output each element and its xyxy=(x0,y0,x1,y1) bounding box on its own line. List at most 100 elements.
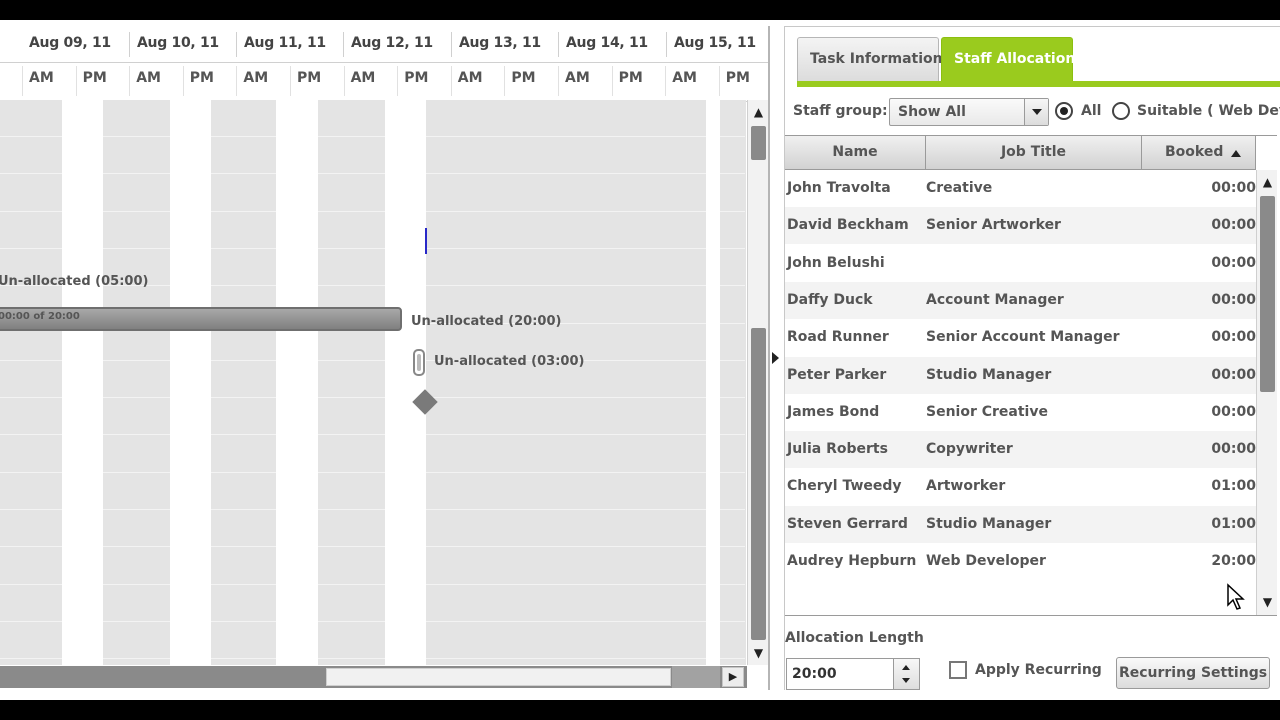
staff-group-select[interactable]: Show All xyxy=(889,98,1049,126)
gantt-horizontal-scrollbar[interactable]: ▶ xyxy=(0,666,747,688)
table-row[interactable]: John Travolta Creative 00:00 xyxy=(785,170,1256,207)
apply-recurring-checkbox[interactable] xyxy=(949,661,967,679)
table-vertical-scrollbar[interactable]: ▲ ▼ xyxy=(1256,170,1277,615)
half-day-label: AM xyxy=(243,70,269,86)
half-day-separator xyxy=(236,66,238,96)
task-bar[interactable]: 00:00 of 20:00 xyxy=(0,307,402,331)
table-row[interactable]: Daffy Duck Account Manager 00:00 xyxy=(785,281,1256,319)
radio-suitable[interactable] xyxy=(1112,102,1130,120)
booked-cell: 00:00 xyxy=(1211,217,1256,234)
half-day-separator xyxy=(75,66,77,96)
table-scroll-thumb[interactable] xyxy=(1260,196,1275,392)
dropdown-button[interactable] xyxy=(1024,99,1048,125)
job-title-cell: Studio Manager xyxy=(926,366,1052,383)
radio-all-label: All xyxy=(1081,103,1102,119)
booked-cell: 00:00 xyxy=(1211,254,1256,271)
booked-cell: 01:00 xyxy=(1211,515,1256,532)
date-header-cell: Aug 15, 11 xyxy=(674,35,756,51)
decrement-icon[interactable] xyxy=(902,678,910,683)
job-title-cell: Web Developer xyxy=(926,553,1046,569)
staff-name-cell: Julia Roberts xyxy=(787,441,888,458)
half-day-label: PM xyxy=(618,70,643,86)
staff-name-cell: Audrey Hepburn xyxy=(787,553,917,569)
staff-table: Name Job Title Booked John Travolta Creat… xyxy=(785,135,1277,616)
bottom-black-bar xyxy=(0,700,1280,720)
staff-name-cell: John Belushi xyxy=(787,254,885,271)
grid-row-line xyxy=(0,471,745,473)
chevron-down-icon xyxy=(1032,109,1042,115)
date-separator xyxy=(558,32,559,57)
scroll-thumb[interactable] xyxy=(751,126,766,160)
staff-name-cell: Steven Gerrard xyxy=(787,515,908,532)
date-separator xyxy=(236,32,237,57)
collapse-arrow-icon[interactable] xyxy=(772,352,779,364)
half-day-label: AM xyxy=(672,70,697,86)
tab-task-information[interactable]: Task Information xyxy=(797,37,943,81)
stepper-buttons[interactable] xyxy=(893,659,919,689)
scroll-down-icon[interactable]: ▼ xyxy=(750,643,767,663)
grid-band xyxy=(0,100,62,665)
today-marker xyxy=(425,228,427,254)
half-day-separator xyxy=(665,66,667,96)
grid-row-line xyxy=(0,620,745,622)
half-day-separator xyxy=(343,66,345,96)
half-day-separator xyxy=(182,66,184,96)
scroll-right-icon[interactable]: ▶ xyxy=(722,667,744,687)
allocation-length-stepper[interactable]: 20:00 xyxy=(786,658,920,690)
mouse-cursor-icon xyxy=(1227,583,1245,610)
h-scroll-track[interactable] xyxy=(672,666,720,688)
half-day-separator xyxy=(504,66,506,96)
tab-staff-allocation[interactable]: Staff Allocation xyxy=(941,37,1075,81)
job-title-cell: Copywriter xyxy=(926,441,1013,458)
half-day-label: PM xyxy=(189,70,214,86)
scroll-down-icon[interactable]: ▼ xyxy=(1259,592,1276,612)
gantt-vertical-scrollbar[interactable]: ▲ ▼ xyxy=(747,100,768,665)
half-day-label: PM xyxy=(404,70,429,86)
scroll-up-icon[interactable]: ▲ xyxy=(750,102,767,122)
staff-name-cell: Cheryl Tweedy xyxy=(787,478,902,495)
h-scroll-thumb[interactable] xyxy=(326,668,671,686)
gantt-grid[interactable] xyxy=(0,100,746,665)
half-day-label: AM xyxy=(29,70,54,86)
table-row[interactable]: Julia Roberts Copywriter 00:00 xyxy=(785,431,1256,469)
column-header-job-title[interactable]: Job Title xyxy=(926,136,1142,170)
staff-group-row: Staff group: Show All All Suitable ( Web… xyxy=(793,97,1280,127)
column-header-name[interactable]: Name xyxy=(785,136,926,170)
staff-name-cell: Road Runner xyxy=(787,329,889,346)
job-title-cell: Creative xyxy=(926,180,993,196)
staff-allocation-panel: Task Information Staff Allocation Staff … xyxy=(784,26,1280,690)
table-row[interactable]: John Belushi 00:00 xyxy=(785,244,1256,282)
booked-cell: 01:00 xyxy=(1211,478,1256,495)
column-header-booked[interactable]: Booked xyxy=(1142,136,1256,170)
half-day-label: PM xyxy=(725,70,750,86)
table-body: John Travolta Creative 00:00 David Beckham S… xyxy=(785,170,1256,615)
date-header-cell: Aug 10, 11 xyxy=(137,35,219,51)
recurring-settings-button[interactable]: Recurring Settings xyxy=(1116,657,1270,689)
table-row[interactable]: David Beckham Senior Artworker 00:00 xyxy=(785,207,1256,245)
table-row[interactable]: Cheryl Tweedy Artworker 01:00 xyxy=(785,468,1256,506)
table-row[interactable]: James Bond Senior Creative 00:00 xyxy=(785,393,1256,431)
increment-icon[interactable] xyxy=(902,665,910,670)
half-day-label: AM xyxy=(457,70,483,86)
staff-name-cell: David Beckham xyxy=(787,217,909,234)
radio-all[interactable] xyxy=(1055,102,1073,120)
sort-ascending-icon xyxy=(1231,150,1241,157)
grid-row-line xyxy=(0,359,745,361)
booked-cell: 20:00 xyxy=(1211,553,1256,569)
staff-name-cell: John Travolta xyxy=(787,180,891,196)
subtask-pill[interactable] xyxy=(413,349,425,376)
table-row[interactable]: Road Runner Senior Account Manager 00:00 xyxy=(785,319,1256,357)
table-row[interactable]: Audrey Hepburn Web Developer 20:00 xyxy=(785,543,1256,580)
scroll-up-icon[interactable]: ▲ xyxy=(1259,172,1276,192)
scroll-track-lower[interactable] xyxy=(751,328,766,640)
job-title-cell: Senior Creative xyxy=(926,403,1048,420)
grid-band xyxy=(318,100,385,665)
job-title-cell: Account Manager xyxy=(926,291,1064,308)
table-row[interactable]: Peter Parker Studio Manager 00:00 xyxy=(785,356,1256,394)
half-day-separator xyxy=(558,66,559,96)
staff-name-cell: James Bond xyxy=(787,403,880,420)
pill-inner xyxy=(417,354,421,371)
table-row[interactable]: Steven Gerrard Studio Manager 01:00 xyxy=(785,505,1256,543)
half-day-label: AM xyxy=(350,70,376,86)
date-separator xyxy=(343,32,344,57)
